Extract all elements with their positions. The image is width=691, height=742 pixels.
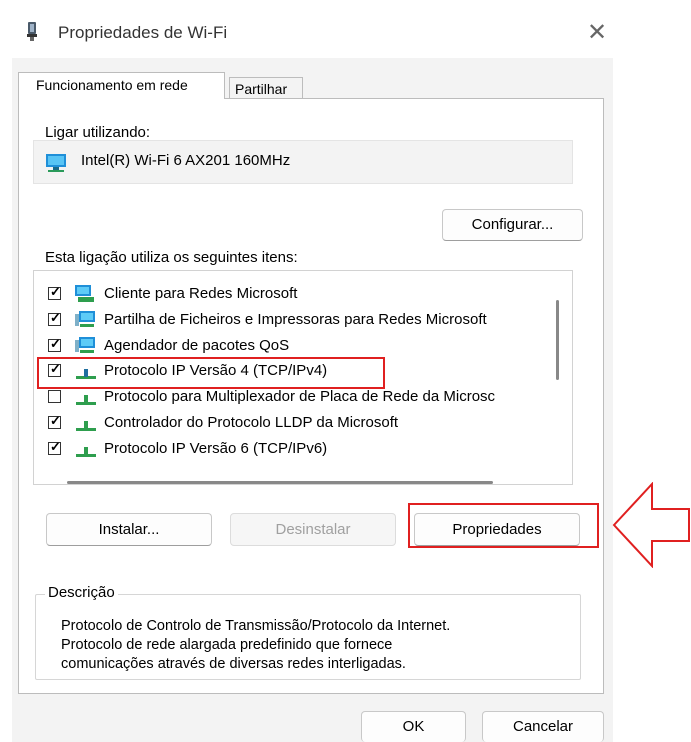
- protocol-icon: [76, 447, 96, 457]
- arrow-left-icon: [612, 482, 690, 568]
- network-service-icon: [75, 337, 95, 353]
- tab-networking[interactable]: Funcionamento em rede: [18, 72, 225, 99]
- install-button[interactable]: Instalar...: [46, 513, 212, 546]
- properties-highlight-box: [408, 503, 599, 548]
- adapter-name: Intel(R) Wi-Fi 6 AX201 160MHz: [81, 152, 291, 169]
- close-icon[interactable]: ✕: [584, 20, 610, 46]
- configure-button[interactable]: Configurar...: [442, 209, 583, 241]
- checkbox[interactable]: ✓: [48, 284, 61, 300]
- cancel-button[interactable]: Cancelar: [482, 711, 604, 742]
- horizontal-scrollbar[interactable]: [67, 481, 493, 484]
- item-label: Partilha de Ficheiros e Impressoras para…: [104, 311, 487, 328]
- item-label: Protocolo IP Versão 6 (TCP/IPv6): [104, 440, 328, 457]
- checkbox[interactable]: ✓: [48, 413, 61, 429]
- window-title: Propriedades de Wi-Fi: [58, 23, 228, 42]
- description-line: Protocolo de Controlo de Transmissão/Pro…: [61, 618, 451, 634]
- tab-sharing[interactable]: Partilhar: [229, 77, 303, 99]
- description-line: comunicações através de diversas redes i…: [61, 656, 406, 672]
- ipv4-highlight-box: [37, 357, 385, 389]
- network-service-icon: [75, 311, 95, 327]
- item-label: Controlador do Protocolo LLDP da Microso…: [104, 414, 399, 431]
- adapter-title-icon: [27, 22, 37, 41]
- description-text: Protocolo de Controlo de Transmissão/Pro…: [61, 617, 450, 674]
- checkbox[interactable]: ✓: [48, 439, 61, 455]
- connect-using-label: Ligar utilizando:: [45, 124, 151, 141]
- checkbox[interactable]: ✓: [48, 336, 61, 352]
- item-label: Agendador de pacotes QoS: [104, 337, 290, 354]
- checkbox[interactable]: [48, 390, 61, 403]
- checkbox[interactable]: ✓: [48, 310, 61, 326]
- network-adapter-icon: [46, 154, 66, 172]
- protocol-icon: [76, 395, 96, 405]
- vertical-scrollbar[interactable]: [556, 300, 559, 380]
- title-bar: Propriedades de Wi-Fi ✕: [12, 10, 613, 58]
- protocol-icon: [76, 421, 96, 431]
- items-label: Esta ligação utiliza os seguintes itens:: [45, 249, 298, 266]
- item-label: Cliente para Redes Microsoft: [104, 285, 298, 302]
- description-title: Descrição: [45, 584, 118, 601]
- uninstall-button[interactable]: Desinstalar: [230, 513, 396, 546]
- network-client-icon: [75, 285, 94, 302]
- description-line: Protocolo de rede alargada predefinido q…: [61, 637, 393, 653]
- item-label: Protocolo para Multiplexador de Placa de…: [104, 388, 496, 405]
- ok-button[interactable]: OK: [361, 711, 466, 742]
